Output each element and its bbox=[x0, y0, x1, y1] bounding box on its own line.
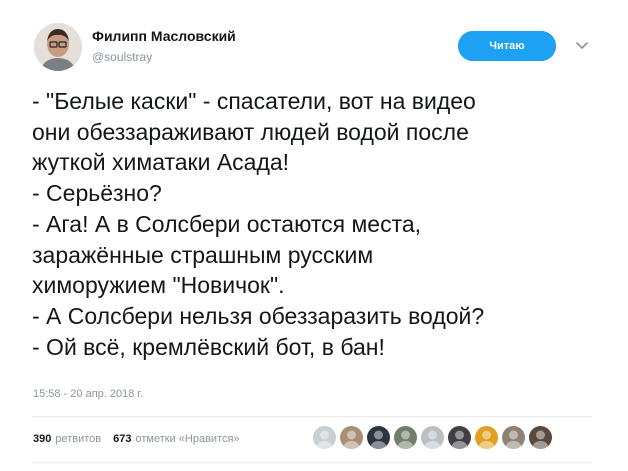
user-avatar-icon bbox=[421, 426, 444, 449]
tweet-line: заражённые страшным русским bbox=[32, 241, 374, 268]
user-avatar-icon bbox=[394, 426, 417, 449]
user-avatar-icon bbox=[502, 426, 525, 449]
tweet-line: - А Солсбери нельзя обеззаразить водой? bbox=[32, 302, 485, 329]
likes-label[interactable]: отметки «Нравится» bbox=[136, 433, 240, 445]
tweet-stats: 390 ретвитов 673 отметки «Нравится» bbox=[33, 433, 240, 445]
tweet-line: - Серьёзно? bbox=[32, 180, 162, 207]
retweets-label[interactable]: ретвитов bbox=[55, 433, 101, 445]
man-avatar-icon bbox=[34, 23, 82, 71]
liker-avatar-4[interactable] bbox=[394, 426, 417, 449]
following-button[interactable]: Читаю bbox=[458, 31, 556, 61]
author-name[interactable]: Филипп Масловский bbox=[92, 28, 236, 44]
user-avatar-icon bbox=[340, 426, 363, 449]
divider bbox=[32, 462, 592, 463]
liker-avatar-1[interactable] bbox=[313, 426, 336, 449]
liker-avatars bbox=[313, 426, 556, 449]
retweets-count[interactable]: 390 bbox=[33, 433, 51, 445]
divider bbox=[32, 416, 592, 417]
chevron-down-icon[interactable] bbox=[572, 36, 592, 56]
tweet-line: - Ага! А в Солсбери остаются места, bbox=[32, 210, 422, 237]
user-avatar-icon bbox=[367, 426, 390, 449]
tweet-timestamp[interactable]: 15:58 - 20 апр. 2018 г. bbox=[33, 388, 143, 400]
liker-avatar-9[interactable] bbox=[529, 426, 552, 449]
tweet-line: - "Белые каски" - спасатели, вот на виде… bbox=[32, 88, 476, 114]
user-avatar-icon bbox=[313, 426, 336, 449]
liker-avatar-5[interactable] bbox=[421, 426, 444, 449]
tweet-line: жуткой химатаки Асада! bbox=[32, 149, 290, 176]
user-avatar-icon bbox=[475, 426, 498, 449]
tweet-line: химоружием "Новичок". bbox=[32, 272, 285, 299]
liker-avatar-6[interactable] bbox=[448, 426, 471, 449]
user-avatar-icon bbox=[448, 426, 471, 449]
likes-count[interactable]: 673 bbox=[113, 433, 131, 445]
user-avatar-icon bbox=[529, 426, 552, 449]
liker-avatar-8[interactable] bbox=[502, 426, 525, 449]
tweet-text: - "Белые каски" - спасатели, вот на виде… bbox=[32, 86, 612, 362]
author-avatar[interactable] bbox=[34, 23, 82, 71]
tweet-line: - Ой всё, кремлёвский бот, в бан! bbox=[32, 333, 385, 360]
liker-avatar-3[interactable] bbox=[367, 426, 390, 449]
tweet-line: они обеззараживают людей водой после bbox=[32, 118, 469, 145]
author-handle[interactable]: @soulstray bbox=[92, 50, 152, 64]
liker-avatar-2[interactable] bbox=[340, 426, 363, 449]
liker-avatar-7[interactable] bbox=[475, 426, 498, 449]
